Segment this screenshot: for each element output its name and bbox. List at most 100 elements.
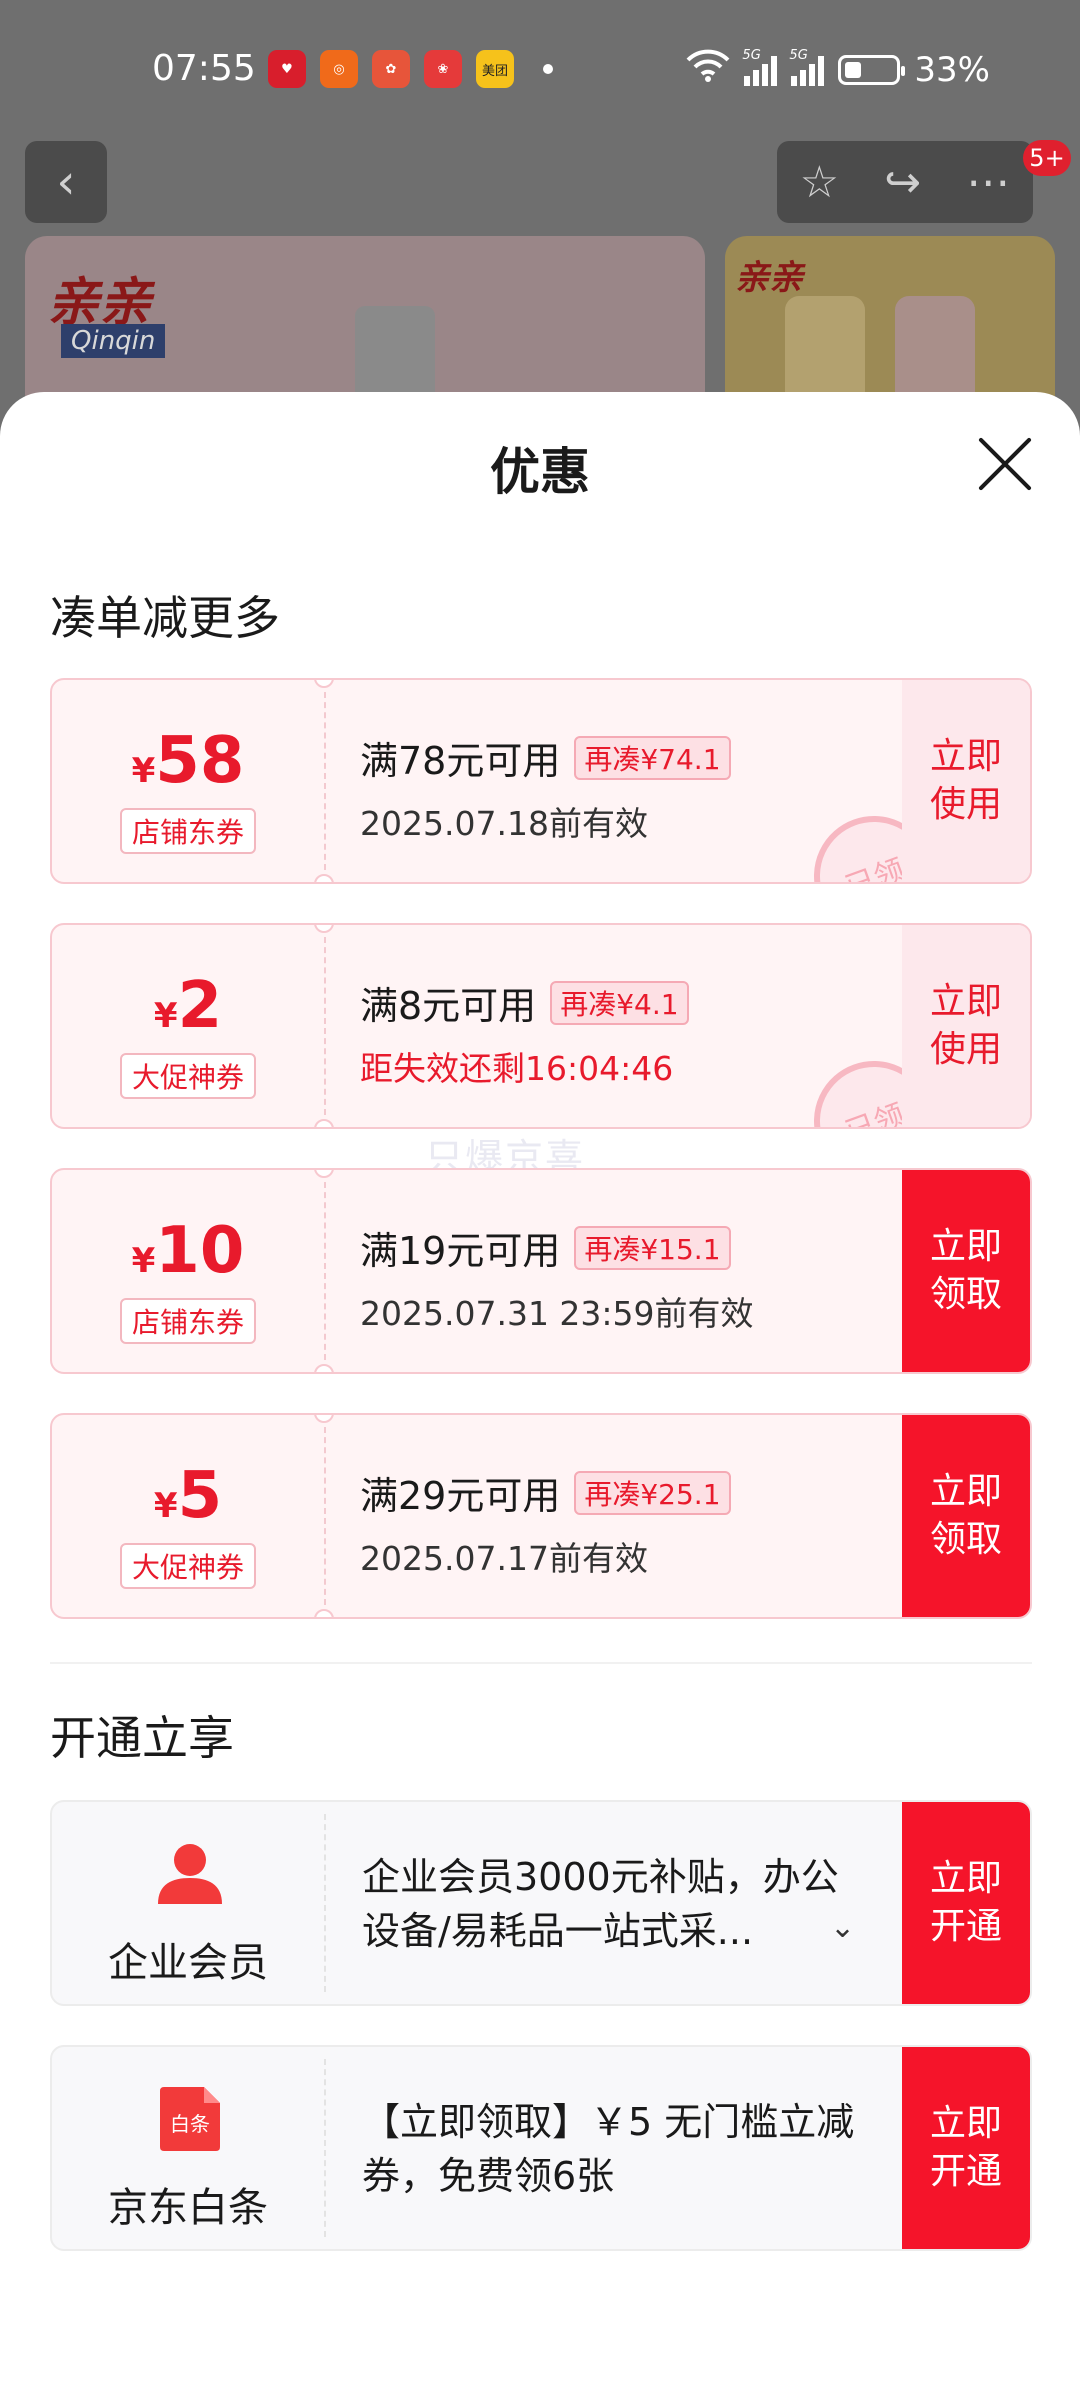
app-icon-1: ♥ — [268, 50, 306, 88]
service-description: 【立即领取】￥5 无门槛立减券，免费领6张 — [362, 2100, 855, 2198]
section-title-services: 开通立享 — [50, 1711, 234, 1765]
app-icon-3: ✿ — [372, 50, 410, 88]
currency-symbol: ¥ — [131, 1241, 156, 1281]
button-label: 立即 开通 — [929, 2103, 1002, 2192]
activate-enterprise-button[interactable]: 立即 开通 — [902, 1802, 1030, 2004]
status-bar: 07:55 ♥ ◎ ✿ ❀ 美团 5G 5G 33% — [0, 0, 1080, 140]
coupon-amount: 58 — [155, 724, 245, 798]
baitiao-card: 白条 京东白条 【立即领取】￥5 无门槛立减券，免费领6张 立即 开通 — [50, 2045, 1032, 2251]
service-identity: 企业会员 — [52, 1802, 324, 2004]
button-label: 立即 领取 — [929, 1471, 1002, 1560]
coupon-gap-chip: 再凑¥25.1 — [574, 1470, 731, 1515]
coupon-divider — [324, 1182, 326, 1360]
svg-text:白条: 白条 — [170, 2112, 210, 2136]
use-now-button[interactable]: 立即 使用 — [902, 680, 1030, 882]
coupon-notch — [314, 1609, 334, 1617]
app-icon-2: ◎ — [320, 50, 358, 88]
meituan-icon: 美团 — [476, 50, 514, 88]
coupon-card: ¥2 大促神券 满8元可用 再凑¥4.1 距失效还剩16:04:46 已领 立即使… — [50, 923, 1032, 1129]
coupon-card: ¥10 店铺东券 满19元可用 再凑¥15.1 2025.07.31 23:59前… — [50, 1168, 1032, 1374]
status-time: 07:55 — [152, 48, 256, 89]
service-identity: 白条 京东白条 — [52, 2047, 324, 2249]
button-label: 立即 领取 — [929, 1226, 1002, 1315]
coupon-type-tag: 店铺东券 — [119, 808, 257, 854]
brand-subtitle: Qinqin — [61, 324, 166, 358]
coupon-divider — [324, 692, 326, 870]
chevron-left-icon: ‹ — [56, 154, 76, 210]
service-name: 京东白条 — [108, 2185, 268, 2231]
coupon-details: 满78元可用 再凑¥74.1 2025.07.18前有效 — [360, 730, 890, 845]
service-divider — [324, 2059, 326, 2237]
activate-baitiao-button[interactable]: 立即 开通 — [902, 2047, 1030, 2249]
enterprise-member-card: 企业会员 企业会员3000元补贴，办公设备/易耗品一站式采... ⌄ 立即 开通 — [50, 1800, 1032, 2006]
wifi-icon — [686, 48, 730, 91]
coupon-condition: 满78元可用 — [360, 739, 561, 783]
coupon-notch — [314, 1119, 334, 1127]
share-icon[interactable]: ↪ — [884, 157, 921, 208]
currency-symbol: ¥ — [153, 996, 178, 1036]
coupon-notch — [314, 874, 334, 882]
coupon-details: 满19元可用 再凑¥15.1 2025.07.31 23:59前有效 — [360, 1220, 890, 1335]
coupon-type-tag: 店铺东券 — [119, 1298, 257, 1344]
more-notifications-dot — [543, 64, 553, 74]
coupon-amount: 5 — [177, 1459, 223, 1533]
battery-percent: 33% — [914, 49, 990, 90]
coupon-expiry: 2025.07.17前有效 — [360, 1539, 648, 1578]
service-name: 企业会员 — [108, 1940, 268, 1986]
coupon-value: ¥2 大促神券 — [52, 925, 324, 1127]
coupon-type-tag: 大促神券 — [119, 1053, 257, 1099]
sheet-title: 优惠 — [490, 443, 590, 501]
signal-icon-1: 5G — [742, 48, 778, 86]
person-icon — [158, 1844, 222, 1904]
coupon-amount: 2 — [177, 969, 223, 1043]
currency-symbol: ¥ — [153, 1486, 178, 1526]
claim-now-button[interactable]: 立即 领取 — [902, 1170, 1030, 1372]
button-label: 立即 使用 — [929, 736, 1002, 825]
coupon-divider — [324, 937, 326, 1115]
coupon-expiry: 2025.07.18前有效 — [360, 804, 648, 843]
button-label: 立即 使用 — [929, 981, 1002, 1070]
use-now-button[interactable]: 立即 使用 — [902, 925, 1030, 1127]
service-description: 企业会员3000元补贴，办公设备/易耗品一站式采... — [362, 1855, 839, 1953]
notification-icons: ♥ ◎ ✿ ❀ 美团 — [268, 50, 514, 88]
discount-sheet: 优惠 凑单减更多 ¥58 店铺东券 满78元可用 再凑¥74.1 2025.07.… — [0, 392, 1080, 2400]
message-count-badge: 5+ — [1023, 140, 1071, 176]
section-title-coupons: 凑单减更多 — [50, 591, 280, 645]
coupon-value: ¥5 大促神券 — [52, 1415, 324, 1617]
signal-icon-2: 5G — [789, 48, 825, 86]
coupon-value: ¥58 店铺东券 — [52, 680, 324, 882]
button-label: 立即 开通 — [929, 1858, 1002, 1947]
service-divider — [324, 1814, 326, 1992]
coupon-divider — [324, 1427, 326, 1605]
brand-logo: 亲亲 — [735, 258, 803, 298]
coupon-gap-chip: 再凑¥4.1 — [550, 980, 689, 1025]
coupon-type-tag: 大促神券 — [119, 1543, 257, 1589]
coupon-amount: 10 — [155, 1214, 245, 1288]
coupon-gap-chip: 再凑¥15.1 — [574, 1225, 731, 1270]
top-action-bar: ☆ ↪ ⋯ — [777, 141, 1033, 223]
coupon-condition: 满29元可用 — [360, 1474, 561, 1518]
section-divider — [50, 1662, 1032, 1664]
more-icon[interactable]: ⋯ — [966, 157, 1010, 208]
coupon-countdown: 距失效还剩16:04:46 — [360, 1049, 674, 1088]
battery-level — [845, 61, 862, 78]
coupon-card: ¥5 大促神券 满29元可用 再凑¥25.1 2025.07.17前有效 立即 领取 — [50, 1413, 1032, 1619]
baitiao-icon: 白条 — [160, 2087, 220, 2151]
currency-symbol: ¥ — [131, 751, 156, 791]
chevron-down-icon[interactable]: ⌄ — [830, 1910, 855, 1945]
favorite-star-icon[interactable]: ☆ — [800, 157, 839, 208]
coupon-details: 满8元可用 再凑¥4.1 距失效还剩16:04:46 — [360, 975, 890, 1090]
back-button[interactable]: ‹ — [25, 141, 107, 223]
coupon-condition: 满19元可用 — [360, 1229, 561, 1273]
claim-now-button[interactable]: 立即 领取 — [902, 1415, 1030, 1617]
coupon-card: ¥58 店铺东券 满78元可用 再凑¥74.1 2025.07.18前有效 已领 … — [50, 678, 1032, 884]
system-status: 5G 5G 33% — [686, 48, 990, 91]
coupon-gap-chip: 再凑¥74.1 — [574, 735, 731, 780]
close-icon[interactable] — [975, 434, 1035, 494]
app-icon-4: ❀ — [424, 50, 462, 88]
battery-icon — [838, 54, 906, 85]
coupon-expiry: 2025.07.31 23:59前有效 — [360, 1294, 754, 1333]
coupon-value: ¥10 店铺东券 — [52, 1170, 324, 1372]
coupon-condition: 满8元可用 — [360, 984, 537, 1028]
coupon-details: 满29元可用 再凑¥25.1 2025.07.17前有效 — [360, 1465, 890, 1580]
